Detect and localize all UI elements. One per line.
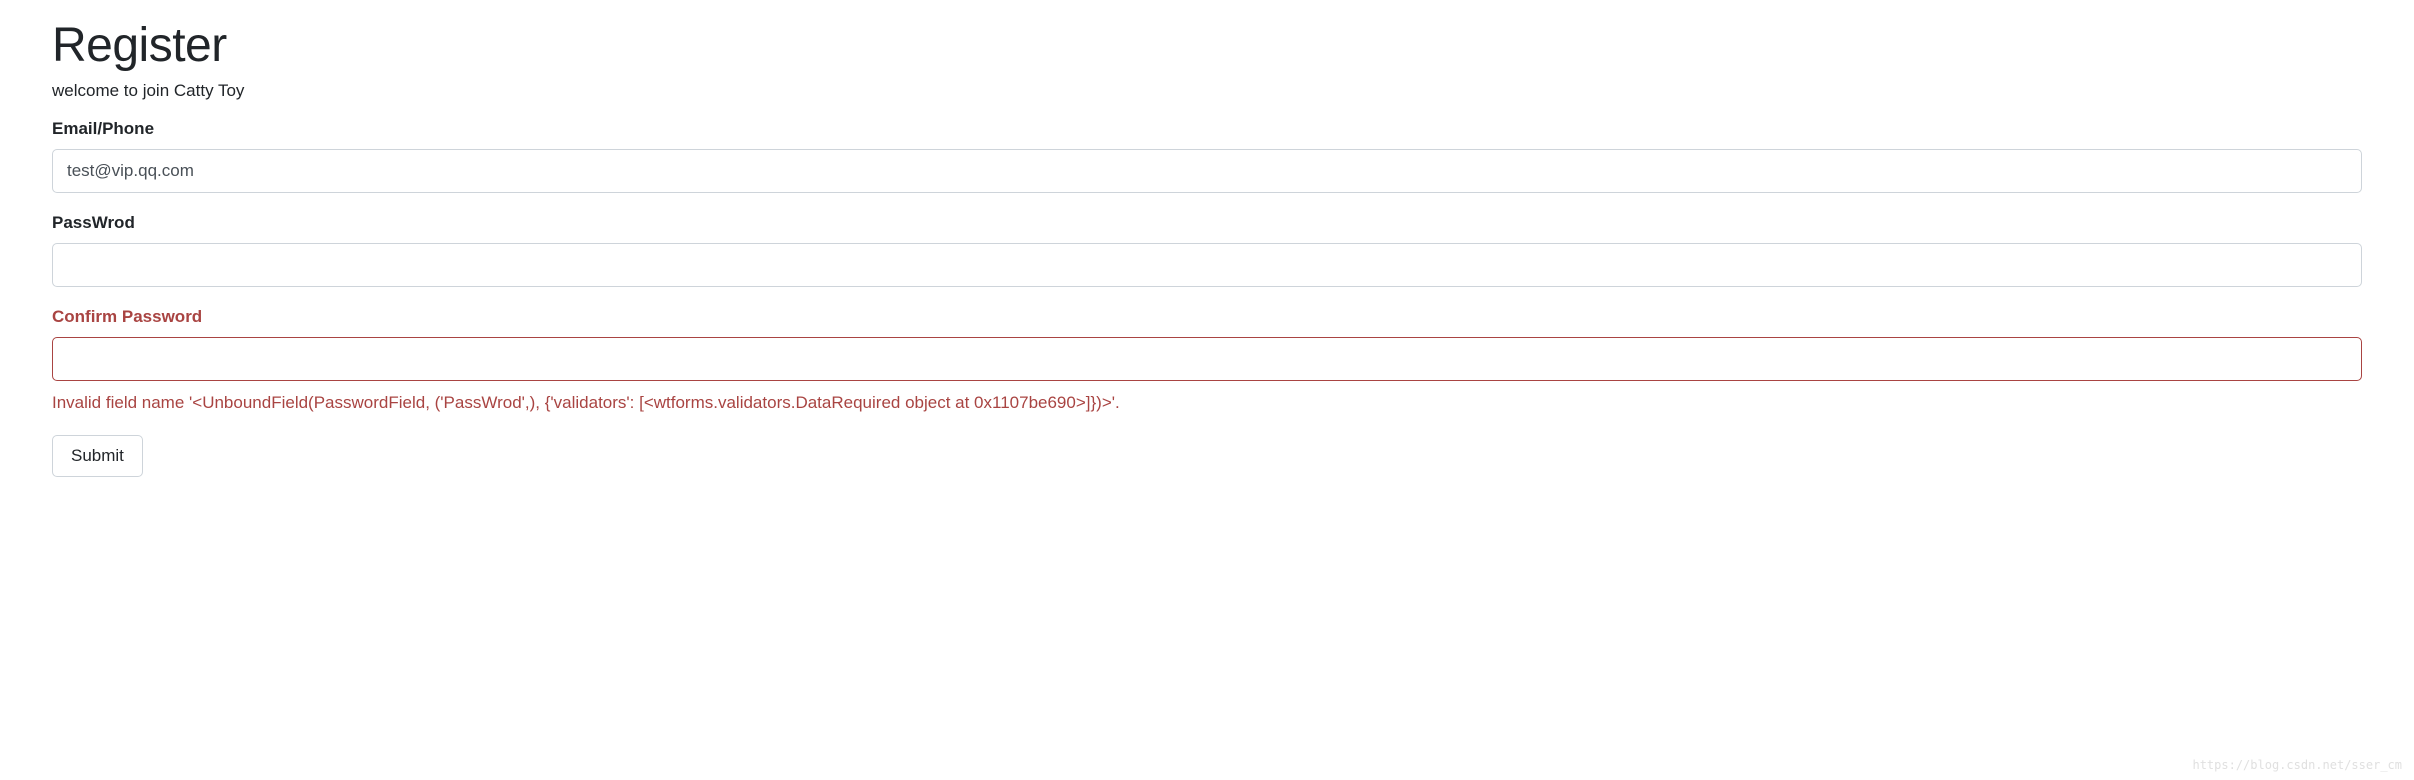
email-group: Email/Phone (52, 119, 2362, 193)
watermark: https://blog.csdn.net/sser_cm (2192, 758, 2402, 772)
confirm-password-group: Confirm Password Invalid field name '<Un… (52, 307, 2362, 415)
password-group: PassWrod (52, 213, 2362, 287)
page-title: Register (52, 18, 2362, 73)
submit-button[interactable]: Submit (52, 435, 143, 477)
confirm-password-field[interactable] (52, 337, 2362, 381)
password-field[interactable] (52, 243, 2362, 287)
email-field[interactable] (52, 149, 2362, 193)
confirm-password-error: Invalid field name '<UnboundField(Passwo… (52, 391, 2362, 415)
email-label: Email/Phone (52, 119, 2362, 139)
page-subtitle: welcome to join Catty Toy (52, 81, 2362, 101)
password-label: PassWrod (52, 213, 2362, 233)
confirm-password-label: Confirm Password (52, 307, 2362, 327)
